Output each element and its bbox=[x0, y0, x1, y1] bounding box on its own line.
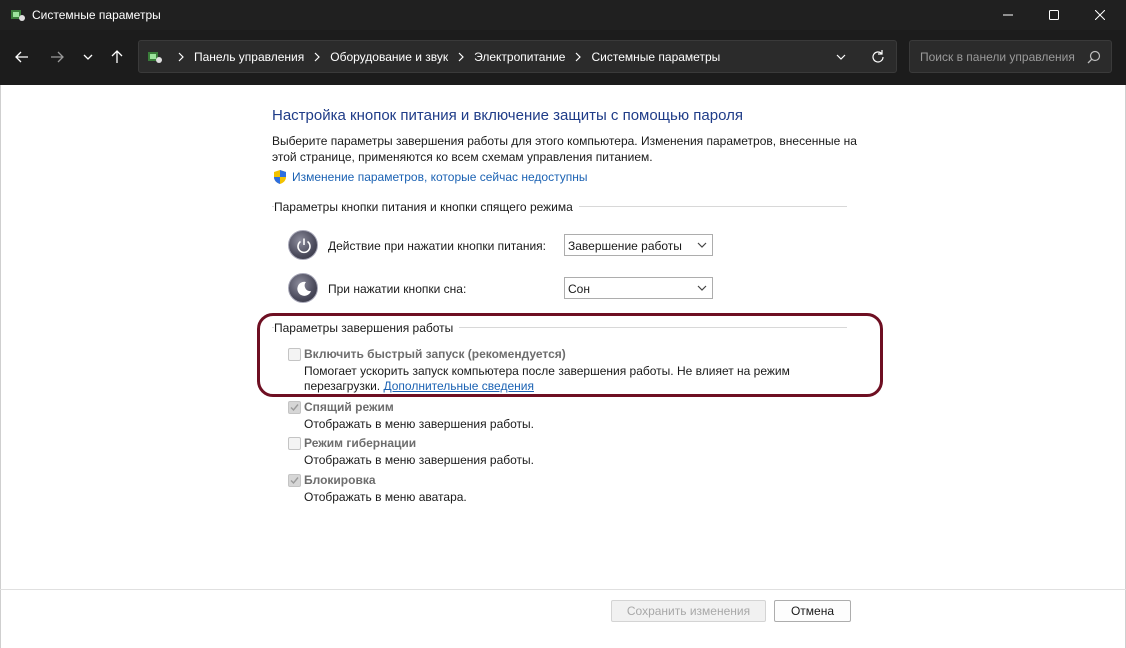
maximize-icon bbox=[1049, 10, 1059, 20]
lock-description: Отображать в меню аватара. bbox=[304, 490, 467, 504]
checkmark-icon bbox=[290, 477, 299, 485]
refresh-button[interactable] bbox=[869, 48, 887, 66]
page-title: Настройка кнопок питания и включение защ… bbox=[272, 107, 743, 124]
maximize-button[interactable] bbox=[1031, 0, 1077, 30]
hibernate-checkbox[interactable] bbox=[288, 437, 301, 450]
close-icon bbox=[1095, 10, 1105, 20]
sleep-button-icon bbox=[288, 273, 318, 303]
power-buttons-section-title: Параметры кнопки питания и кнопки спящег… bbox=[274, 200, 579, 214]
close-button[interactable] bbox=[1077, 0, 1123, 30]
title-bar: Системные параметры bbox=[0, 0, 1126, 30]
recent-chevron-icon bbox=[83, 54, 93, 60]
address-dropdown-button[interactable] bbox=[833, 49, 849, 65]
power-button-label: Действие при нажатии кнопки питания: bbox=[328, 239, 547, 253]
breadcrumb-item[interactable]: Системные параметры bbox=[591, 50, 720, 64]
search-placeholder: Поиск в панели управления bbox=[920, 50, 1075, 64]
breadcrumb-item[interactable]: Оборудование и звук bbox=[330, 50, 448, 64]
window-title: Системные параметры bbox=[32, 8, 161, 22]
uac-shield-icon bbox=[274, 170, 286, 184]
save-changes-button[interactable]: Сохранить изменения bbox=[611, 600, 766, 622]
minimize-button[interactable] bbox=[985, 0, 1031, 30]
refresh-icon bbox=[872, 50, 884, 63]
power-button-icon bbox=[288, 230, 318, 260]
sleep-button-action-value: Сон bbox=[568, 282, 590, 296]
search-input[interactable]: Поиск в панели управления bbox=[909, 40, 1112, 73]
chevron-right-icon bbox=[178, 52, 184, 61]
recent-locations-button[interactable] bbox=[74, 43, 102, 71]
up-arrow-icon bbox=[111, 50, 123, 63]
lock-checkbox[interactable] bbox=[288, 474, 301, 487]
control-panel-icon bbox=[147, 49, 163, 65]
page-description: Выберите параметры завершения работы для… bbox=[272, 134, 857, 164]
sleep-title: Спящий режим bbox=[304, 400, 394, 414]
lock-title: Блокировка bbox=[304, 473, 376, 487]
forward-button[interactable] bbox=[43, 43, 71, 71]
window-border-left bbox=[0, 85, 1, 648]
cancel-button[interactable]: Отмена bbox=[774, 600, 851, 622]
checkmark-icon bbox=[290, 404, 299, 412]
navigation-bar: Панель управления Оборудование и звук Эл… bbox=[0, 30, 1126, 85]
hibernate-description: Отображать в меню завершения работы. bbox=[304, 453, 535, 467]
sleep-button-label: При нажатии кнопки сна: bbox=[328, 282, 467, 296]
chevron-right-icon[interactable] bbox=[574, 52, 582, 62]
breadcrumb: Панель управления Оборудование и звук Эл… bbox=[169, 41, 720, 72]
sleep-button-action-select[interactable]: Сон bbox=[564, 277, 713, 299]
chevron-down-icon bbox=[836, 54, 846, 60]
admin-settings-link[interactable]: Изменение параметров, которые сейчас нед… bbox=[272, 169, 588, 185]
admin-settings-link-text[interactable]: Изменение параметров, которые сейчас нед… bbox=[292, 170, 588, 184]
chevron-right-icon[interactable] bbox=[313, 52, 321, 62]
back-arrow-icon bbox=[15, 51, 28, 63]
chevron-down-icon bbox=[697, 285, 707, 291]
search-icon[interactable] bbox=[1087, 50, 1101, 64]
up-button[interactable] bbox=[103, 43, 131, 71]
back-button[interactable] bbox=[8, 43, 36, 71]
chevron-down-icon bbox=[697, 242, 707, 248]
chevron-right-icon[interactable] bbox=[457, 52, 465, 62]
breadcrumb-item[interactable]: Панель управления bbox=[194, 50, 304, 64]
highlight-annotation bbox=[257, 313, 883, 397]
hibernate-title: Режим гибернации bbox=[304, 436, 417, 450]
address-bar[interactable]: Панель управления Оборудование и звук Эл… bbox=[138, 40, 897, 73]
sleep-checkbox[interactable] bbox=[288, 401, 301, 414]
content-area: Настройка кнопок питания и включение защ… bbox=[0, 85, 1126, 648]
power-button-action-select[interactable]: Завершение работы bbox=[564, 234, 713, 256]
control-panel-icon bbox=[10, 7, 26, 23]
sleep-description: Отображать в меню завершения работы. bbox=[304, 417, 535, 431]
footer-divider bbox=[0, 589, 1126, 590]
minimize-icon bbox=[1003, 14, 1013, 16]
forward-arrow-icon bbox=[51, 51, 64, 63]
power-button-action-value: Завершение работы bbox=[568, 239, 682, 253]
breadcrumb-item[interactable]: Электропитание bbox=[474, 50, 565, 64]
